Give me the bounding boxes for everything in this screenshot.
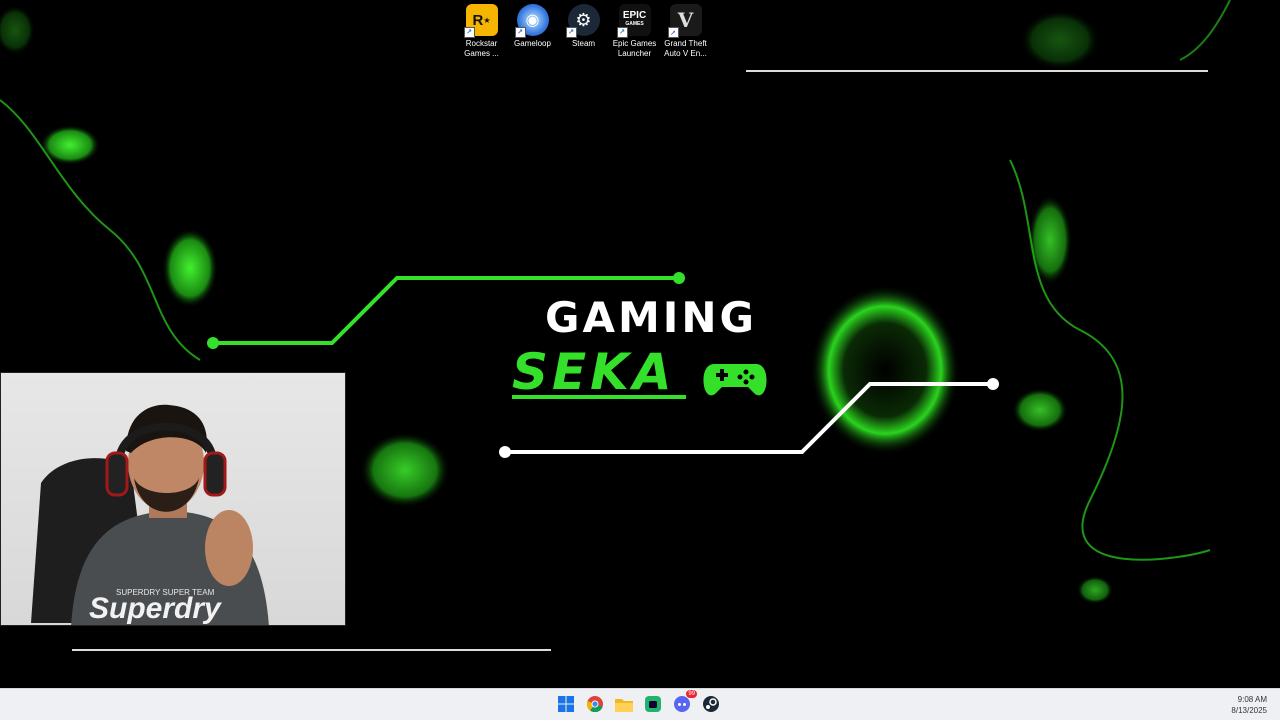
steam-icon: ⚙ ↗ (565, 4, 600, 38)
headphones-cup (203, 451, 227, 497)
green-smoke-blob (1020, 10, 1100, 70)
chrome-icon (587, 696, 603, 712)
desktop-shortcut-label: Grand Theft Auto V En... (664, 39, 707, 58)
headphones-cup (105, 451, 129, 497)
taskbar-discord[interactable]: 99 (670, 690, 697, 716)
circuit-node (499, 446, 511, 458)
taskbar-steam[interactable] (699, 692, 723, 716)
webcam-feed: SUPERDRY SUPER TEAM Superdry (31, 404, 269, 625)
green-tendril (0, 99, 201, 361)
logo-underline (512, 395, 686, 399)
green-smoke-blob (1012, 388, 1068, 432)
green-smoke-blob (1077, 576, 1113, 604)
desktop-icons: R ★ ↗ Rockstar Games ... ◉ ↗ Gameloop ⚙ ↗ St… (456, 4, 711, 64)
folder-icon (615, 698, 633, 712)
person-hand (205, 510, 253, 586)
desktop: R ★ ↗ Rockstar Games ... ◉ ↗ Gameloop ⚙ ↗ St… (0, 0, 1280, 688)
gameloop-icon: ◉ ↗ (514, 4, 549, 38)
clock-time: 9:08 AM (1237, 695, 1267, 704)
divider-line (746, 70, 1208, 72)
logo-line-gaming: GAMING (545, 293, 758, 342)
taskbar-chrome[interactable] (583, 692, 607, 716)
desktop-shortcut-steam[interactable]: ⚙ ↗ Steam (558, 4, 609, 64)
desktop-shortcut-rockstar[interactable]: R ★ ↗ Rockstar Games ... (456, 4, 507, 64)
gta-v-icon: V ↗ (667, 4, 702, 38)
green-tendril (1179, 0, 1231, 61)
notification-badge: 99 (686, 690, 697, 698)
circuit-node (673, 272, 685, 284)
desktop-shortcut-label: Epic Games Launcher (612, 39, 657, 58)
desktop-shortcut-label: Steam (571, 39, 596, 48)
green-smoke-blob (162, 228, 218, 308)
circuit-node (207, 337, 219, 349)
shirt-print-main: Superdry (89, 592, 222, 625)
divider-line (72, 649, 551, 651)
clock-date: 8/13/2025 (1231, 706, 1267, 715)
discord-icon (674, 696, 690, 712)
desktop-shortcut-gameloop[interactable]: ◉ ↗ Gameloop (507, 4, 558, 64)
start-button[interactable] (554, 692, 578, 716)
windows-icon (558, 696, 574, 712)
rockstar-icon: R ★ ↗ (463, 4, 498, 38)
webcam-overlay: SUPERDRY SUPER TEAM Superdry (0, 372, 346, 626)
green-smoke-blob (810, 285, 960, 455)
green-app-icon (645, 696, 661, 712)
desktop-shortcut-label: Rockstar Games ... (464, 39, 499, 58)
taskbar-app-green[interactable] (641, 692, 665, 716)
taskbar-apps: 99 (554, 690, 723, 716)
green-smoke-blob (0, 5, 35, 55)
desktop-shortcut-epic-games[interactable]: EPIC GAMES ↗ Epic Games Launcher (609, 4, 660, 64)
desktop-shortcut-label: Gameloop (514, 39, 551, 48)
circuit-node (987, 378, 999, 390)
desktop-shortcut-gta-v[interactable]: V ↗ Grand Theft Auto V En... (660, 4, 711, 64)
gamepad-icon (703, 364, 767, 396)
logo-line-seka: SEKA (512, 343, 676, 401)
system-clock[interactable]: 9:08 AM 8/13/2025 (1231, 694, 1267, 716)
taskbar-file-explorer[interactable] (612, 692, 636, 716)
steam-icon (703, 696, 719, 712)
taskbar: 99 9:08 AM 8/13/2025 (0, 688, 1280, 720)
green-smoke-blob (1028, 195, 1072, 285)
epic-games-icon: EPIC GAMES ↗ (616, 4, 651, 38)
green-smoke-blob (360, 432, 450, 508)
